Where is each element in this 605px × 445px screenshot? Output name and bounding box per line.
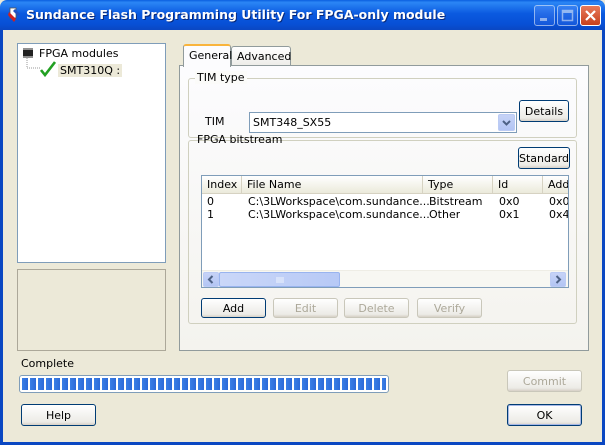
- tree-item-smt310q[interactable]: SMT310Q :: [58, 64, 123, 77]
- window-frame-left: [0, 30, 3, 445]
- tim-type-legend: TIM type: [195, 71, 247, 84]
- table-row[interactable]: 0 C:\3LWorkspace\com.sundance... Bitstre…: [202, 195, 568, 208]
- progress-bar: [19, 375, 389, 393]
- commit-button-label: Commit: [522, 375, 567, 388]
- table-row[interactable]: 1 C:\3LWorkspace\com.sundance... Other 0…: [202, 208, 568, 221]
- row-id: 0x0: [499, 195, 520, 208]
- info-panel: [17, 269, 166, 351]
- row-index: 0: [207, 195, 214, 208]
- tim-select-dropdown-button[interactable]: [498, 114, 515, 131]
- tim-select[interactable]: SMT348_SX55: [249, 112, 517, 133]
- close-icon: [585, 10, 596, 21]
- tim-label: TIM: [205, 115, 225, 128]
- module-tree[interactable]: FPGA modules SMT310Q :: [17, 43, 166, 263]
- horizontal-scrollbar[interactable]: [202, 270, 568, 287]
- column-header-address[interactable]: Add: [543, 176, 568, 194]
- column-header-index[interactable]: Index: [202, 176, 242, 194]
- add-button-label: Add: [222, 302, 245, 315]
- bitstream-list-header: Index File Name Type Id Add: [202, 176, 568, 194]
- verify-button-label: Verify: [433, 302, 466, 315]
- help-button[interactable]: Help: [21, 404, 96, 426]
- row-file-name: C:\3LWorkspace\com.sundance...: [248, 208, 430, 221]
- standard-button-label: Standard: [519, 152, 570, 165]
- app-icon: [8, 7, 20, 22]
- delete-button-label: Delete: [358, 302, 395, 315]
- row-type: Other: [429, 208, 461, 221]
- fpga-bitstream-legend: FPGA bitstream: [197, 133, 283, 146]
- help-button-label: Help: [45, 409, 72, 422]
- column-header-id[interactable]: Id: [493, 176, 543, 194]
- title-bar[interactable]: Sundance Flash Programming Utility For F…: [0, 0, 605, 30]
- row-index: 1: [207, 208, 214, 221]
- row-file-name: C:\3LWorkspace\com.sundance...: [248, 195, 430, 208]
- verify-button: Verify: [417, 298, 482, 318]
- details-button-label: Details: [524, 105, 564, 118]
- scrollbar-thumb[interactable]: [219, 272, 340, 287]
- maximize-icon: [561, 9, 574, 22]
- progress-bar-fill: [22, 378, 386, 390]
- commit-button: Commit: [507, 370, 582, 392]
- column-header-type[interactable]: Type: [423, 176, 493, 194]
- scroll-right-button[interactable]: [550, 272, 566, 287]
- chevron-down-icon: [502, 120, 511, 126]
- chevron-right-icon: [555, 275, 562, 284]
- add-button[interactable]: Add: [201, 298, 266, 318]
- tree-item-fpga-modules[interactable]: FPGA modules: [39, 47, 118, 60]
- minimize-icon: [540, 18, 547, 21]
- tim-select-value: SMT348_SX55: [253, 116, 332, 129]
- window-title: Sundance Flash Programming Utility For F…: [26, 7, 446, 22]
- minimize-button: [534, 5, 555, 26]
- ok-button[interactable]: OK: [507, 404, 582, 426]
- fpga-bitstream-group: FPGA bitstream Standard Index File Name …: [188, 133, 577, 324]
- edit-button-label: Edit: [294, 302, 317, 315]
- status-label: Complete: [21, 357, 75, 370]
- chevron-left-icon: [207, 275, 214, 284]
- edit-button: Edit: [273, 298, 338, 318]
- tab-advanced[interactable]: Advanced: [231, 46, 291, 67]
- delete-button: Delete: [344, 298, 409, 318]
- ok-button-label: OK: [536, 409, 553, 422]
- tim-type-group: TIM type TIM SMT348_SX55 Details: [188, 71, 577, 138]
- grip-icon: [276, 277, 284, 283]
- column-header-file-name[interactable]: File Name: [242, 176, 423, 194]
- row-address: 0x0: [549, 195, 569, 208]
- bitstream-list[interactable]: Index File Name Type Id Add 0 C:\3LWorks…: [201, 175, 569, 288]
- details-button[interactable]: Details: [519, 100, 569, 122]
- general-tab-panel: TIM type TIM SMT348_SX55 Details FPGA bi…: [179, 65, 589, 351]
- maximize-button: [557, 5, 578, 26]
- scroll-left-button[interactable]: [203, 272, 219, 287]
- checkmark-icon: [40, 61, 56, 77]
- standard-button[interactable]: Standard: [518, 147, 570, 169]
- row-address: 0x4(: [549, 208, 569, 221]
- close-button[interactable]: [580, 5, 601, 26]
- row-type: Bitstream: [429, 195, 483, 208]
- row-id: 0x1: [499, 208, 520, 221]
- tab-general[interactable]: General: [183, 44, 232, 67]
